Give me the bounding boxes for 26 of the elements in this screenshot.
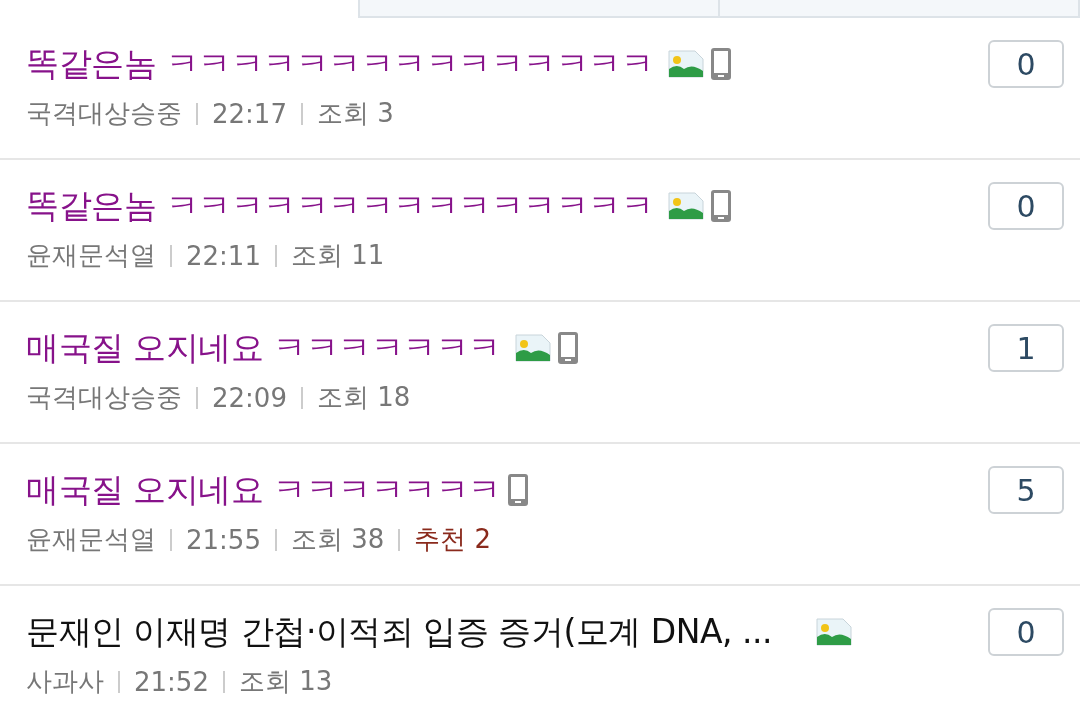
comment-count-bubble[interactable]: 0 <box>988 608 1064 656</box>
comment-count-bubble[interactable]: 1 <box>988 324 1064 372</box>
comment-count-bubble[interactable]: 5 <box>988 466 1064 514</box>
post-time: 22:17 <box>212 98 287 129</box>
comment-count-bubble[interactable]: 0 <box>988 40 1064 88</box>
post-title[interactable]: 매국질 오지네요 ㅋㅋㅋㅋㅋㅋㅋ <box>26 325 501 371</box>
post-time: 22:09 <box>212 382 287 413</box>
view-count: 조회 38 <box>290 523 385 556</box>
author-name: 윤재문석열 <box>26 239 156 272</box>
post-title[interactable]: 똑같은놈 ㅋㅋㅋㅋㅋㅋㅋㅋㅋㅋㅋㅋㅋㅋㅋ <box>26 183 654 229</box>
post-title[interactable]: 똑같은놈 ㅋㅋㅋㅋㅋㅋㅋㅋㅋㅋㅋㅋㅋㅋㅋ <box>26 41 654 87</box>
author-name: 윤재문석열 <box>26 523 156 556</box>
view-count: 조회 11 <box>290 239 385 272</box>
view-count: 조회 13 <box>238 665 333 698</box>
view-count: 조회 3 <box>316 97 394 130</box>
post-time: 21:52 <box>134 666 209 697</box>
post-time: 21:55 <box>186 524 261 555</box>
post-time: 22:11 <box>186 240 261 271</box>
recommend-count: 추천 2 <box>414 523 492 556</box>
view-count: 조회 18 <box>316 381 411 414</box>
comment-count-bubble[interactable]: 0 <box>988 182 1064 230</box>
author-name: 국격대상승중 <box>26 381 182 414</box>
post-title[interactable]: 문재인 이재명 간첩·이적죄 입증 증거(모계 DNA, ... <box>26 609 772 655</box>
author-name: 사과사 <box>26 665 104 698</box>
author-name: 국격대상승중 <box>26 97 182 130</box>
post-title[interactable]: 매국질 오지네요 ㅋㅋㅋㅋㅋㅋㅋ <box>26 467 501 513</box>
